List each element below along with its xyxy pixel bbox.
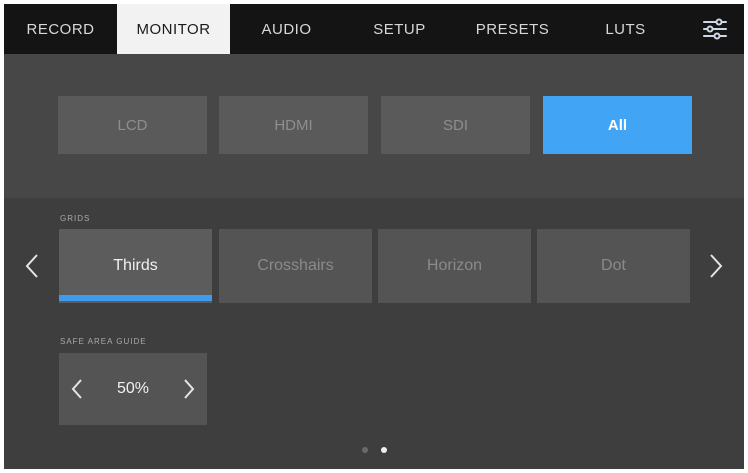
settings-menu-button[interactable]	[686, 4, 744, 54]
selected-indicator	[59, 295, 212, 301]
tab-luts[interactable]: LUTS	[569, 4, 682, 54]
safe-area-guide-label: SAFE AREA GUIDE	[60, 337, 147, 346]
output-hdmi-button[interactable]: HDMI	[219, 96, 368, 154]
grids-next-button[interactable]	[702, 244, 730, 288]
tab-bar: RECORD MONITOR AUDIO SETUP PRESETS LUTS	[4, 4, 744, 54]
tab-record[interactable]: RECORD	[4, 4, 117, 54]
grid-dot-button[interactable]: Dot	[537, 229, 690, 303]
tab-setup[interactable]: SETUP	[343, 4, 456, 54]
sliders-icon	[703, 18, 727, 40]
tab-audio[interactable]: AUDIO	[230, 4, 343, 54]
output-selector: LCD HDMI SDI All	[4, 54, 744, 198]
chevron-right-icon	[710, 254, 723, 278]
grid-thirds-button[interactable]: Thirds	[59, 229, 212, 303]
grids-label: GRIDS	[60, 214, 91, 223]
safe-area-value: 50%	[116, 380, 150, 397]
safe-area-stepper: 50%	[59, 353, 207, 425]
tab-monitor[interactable]: MONITOR	[117, 4, 230, 54]
tab-presets[interactable]: PRESETS	[456, 4, 569, 54]
output-all-button[interactable]: All	[543, 96, 692, 154]
output-lcd-button[interactable]: LCD	[58, 96, 207, 154]
output-sdi-button[interactable]: SDI	[381, 96, 530, 154]
chevron-left-icon	[25, 254, 38, 278]
chevron-right-icon	[184, 379, 195, 399]
grid-horizon-button[interactable]: Horizon	[378, 229, 531, 303]
monitor-settings-screen: RECORD MONITOR AUDIO SETUP PRESETS LUTS …	[4, 4, 744, 469]
chevron-left-icon	[71, 379, 82, 399]
page-dot-1[interactable]	[362, 447, 368, 453]
grids-prev-button[interactable]	[18, 244, 46, 288]
grid-crosshairs-button[interactable]: Crosshairs	[219, 229, 372, 303]
increment-button[interactable]	[183, 378, 195, 400]
page-dot-2[interactable]	[381, 447, 387, 453]
decrement-button[interactable]	[71, 378, 83, 400]
